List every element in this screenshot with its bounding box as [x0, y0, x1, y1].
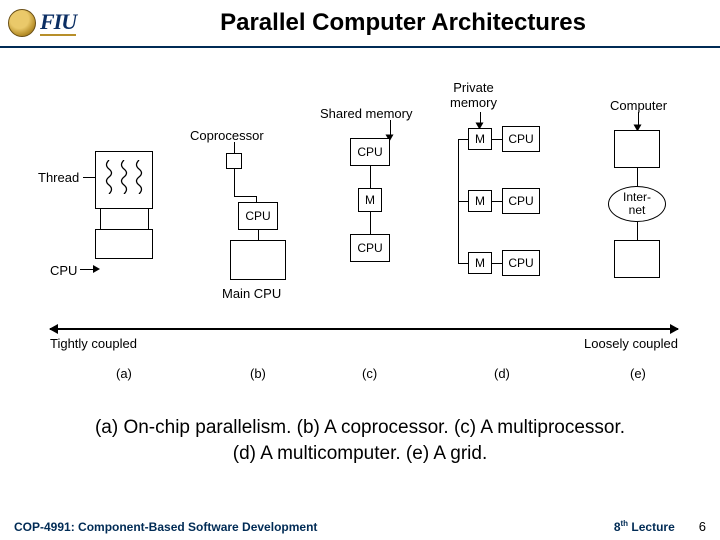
- box-m-c: M: [358, 188, 382, 212]
- logo-initials: FIU: [40, 11, 76, 36]
- sub-b: (b): [250, 366, 266, 381]
- box-cpu-d1: CPU: [502, 126, 540, 152]
- page-number: 6: [699, 519, 706, 534]
- caption-line-1: (a) On-chip parallelism. (b) A coprocess…: [10, 415, 710, 441]
- sub-e: (e): [630, 366, 646, 381]
- box-cpu-d3: CPU: [502, 250, 540, 276]
- box-main-cpu: [230, 240, 286, 280]
- label-cpu-a: CPU: [50, 263, 77, 278]
- sub-a: (a): [116, 366, 132, 381]
- label-computer: Computer: [610, 98, 667, 113]
- box-m-d2: M: [468, 190, 492, 212]
- box-m-d3: M: [468, 252, 492, 274]
- box-m-d1: M: [468, 128, 492, 150]
- label-loose: Loosely coupled: [584, 336, 678, 351]
- lecture-number: 8th Lecture: [614, 519, 675, 534]
- slide-header: FIU Parallel Computer Architectures: [0, 0, 720, 48]
- label-coprocessor: Coprocessor: [190, 128, 264, 143]
- sub-c: (c): [362, 366, 377, 381]
- label-shared-memory: Shared memory: [320, 106, 430, 121]
- slide-title: Parallel Computer Architectures: [94, 9, 712, 37]
- box-computer-bot: [614, 240, 660, 278]
- box-cpu-d2: CPU: [502, 188, 540, 214]
- figure-caption: (a) On-chip parallelism. (b) A coprocess…: [0, 415, 720, 466]
- label-tight: Tightly coupled: [50, 336, 137, 351]
- crest-icon: [8, 9, 36, 37]
- ellipse-internet: Inter- net: [608, 186, 666, 222]
- box-coproc-small: [226, 153, 242, 169]
- university-logo: FIU: [8, 9, 76, 37]
- coupling-axis: [50, 328, 678, 330]
- box-cpu-c2: CPU: [350, 234, 390, 262]
- sub-d: (d): [494, 366, 510, 381]
- box-cpu-b: CPU: [238, 202, 278, 230]
- architecture-diagram: Thread CPU Coprocessor CPU Main CPU Shar…: [0, 68, 720, 398]
- label-main-cpu: Main CPU: [222, 286, 281, 301]
- caption-line-2: (d) A multicomputer. (e) A grid.: [10, 441, 710, 467]
- slide-footer: COP-4991: Component-Based Software Devel…: [0, 519, 720, 534]
- label-thread: Thread: [38, 170, 79, 185]
- box-computer-top: [614, 130, 660, 168]
- box-cpu-a: [95, 229, 153, 259]
- box-cpu-c1: CPU: [350, 138, 390, 166]
- course-code: COP-4991: Component-Based Software Devel…: [14, 520, 614, 534]
- label-private-memory: Private memory: [450, 80, 497, 110]
